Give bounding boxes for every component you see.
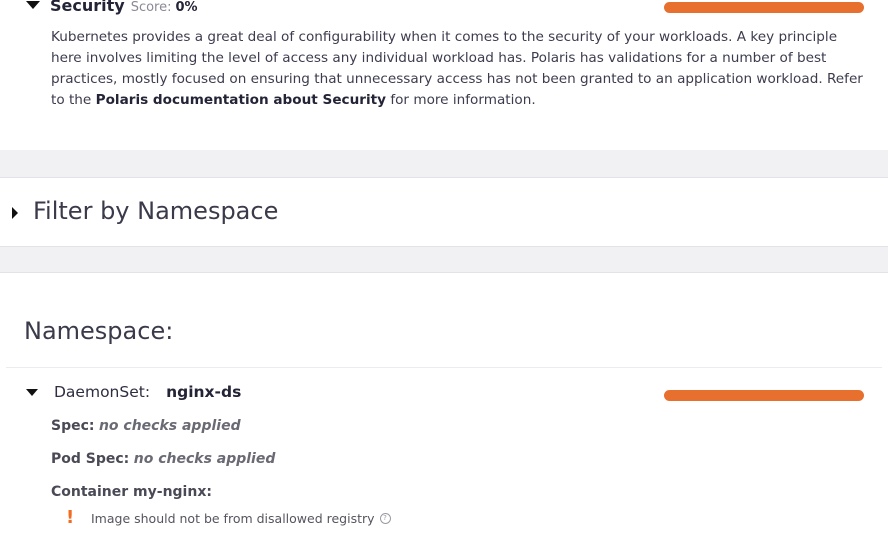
podspec-label: Pod Spec: (51, 451, 130, 467)
resource-kind: DaemonSet: (54, 383, 151, 401)
divider (6, 367, 882, 368)
security-title: Security (50, 0, 125, 15)
caret-right-icon[interactable] (12, 207, 18, 219)
container-label: Container my-nginx: (51, 484, 212, 500)
warning-check: ! Image should not be from disallowed re… (66, 509, 391, 527)
namespace-section: Namespace: DaemonSet: nginx-ds Spec: no … (0, 272, 888, 554)
spec-label: Spec: (51, 418, 95, 434)
section-divider (0, 247, 888, 272)
security-header[interactable]: Security Score: 0% (26, 0, 198, 15)
security-description: Kubernetes provides a great deal of conf… (51, 27, 871, 111)
page: Security Score: 0% Kubernetes provides a… (0, 0, 888, 554)
container-row: Container my-nginx: (51, 484, 212, 500)
spec-value: no checks applied (98, 418, 241, 434)
warning-text: Image should not be from disallowed regi… (91, 510, 375, 526)
exclamation-icon: ! (66, 507, 75, 528)
caret-down-icon[interactable] (26, 1, 40, 9)
resource-name: nginx-ds (166, 383, 242, 401)
filter-title[interactable]: Filter by Namespace (33, 197, 278, 225)
security-section: Security Score: 0% Kubernetes provides a… (0, 0, 888, 150)
resource-header[interactable]: DaemonSet: nginx-ds (26, 383, 241, 401)
section-divider (0, 150, 888, 177)
spec-row: Spec: no checks applied (51, 418, 241, 434)
security-description-tail: for more information. (386, 92, 536, 108)
help-icon[interactable]: ? (379, 512, 391, 524)
podspec-row: Pod Spec: no checks applied (51, 451, 275, 467)
score-label: Score: (130, 0, 172, 15)
resource-score-bar (664, 390, 864, 401)
security-score-bar (664, 2, 864, 13)
namespace-title: Namespace: (24, 317, 174, 345)
security-doc-link[interactable]: Polaris documentation about Security (96, 92, 386, 108)
podspec-value: no checks applied (133, 451, 276, 467)
score-value: 0% (175, 0, 198, 15)
filter-namespace-section[interactable]: Filter by Namespace (0, 177, 888, 247)
caret-down-icon[interactable] (26, 388, 38, 396)
